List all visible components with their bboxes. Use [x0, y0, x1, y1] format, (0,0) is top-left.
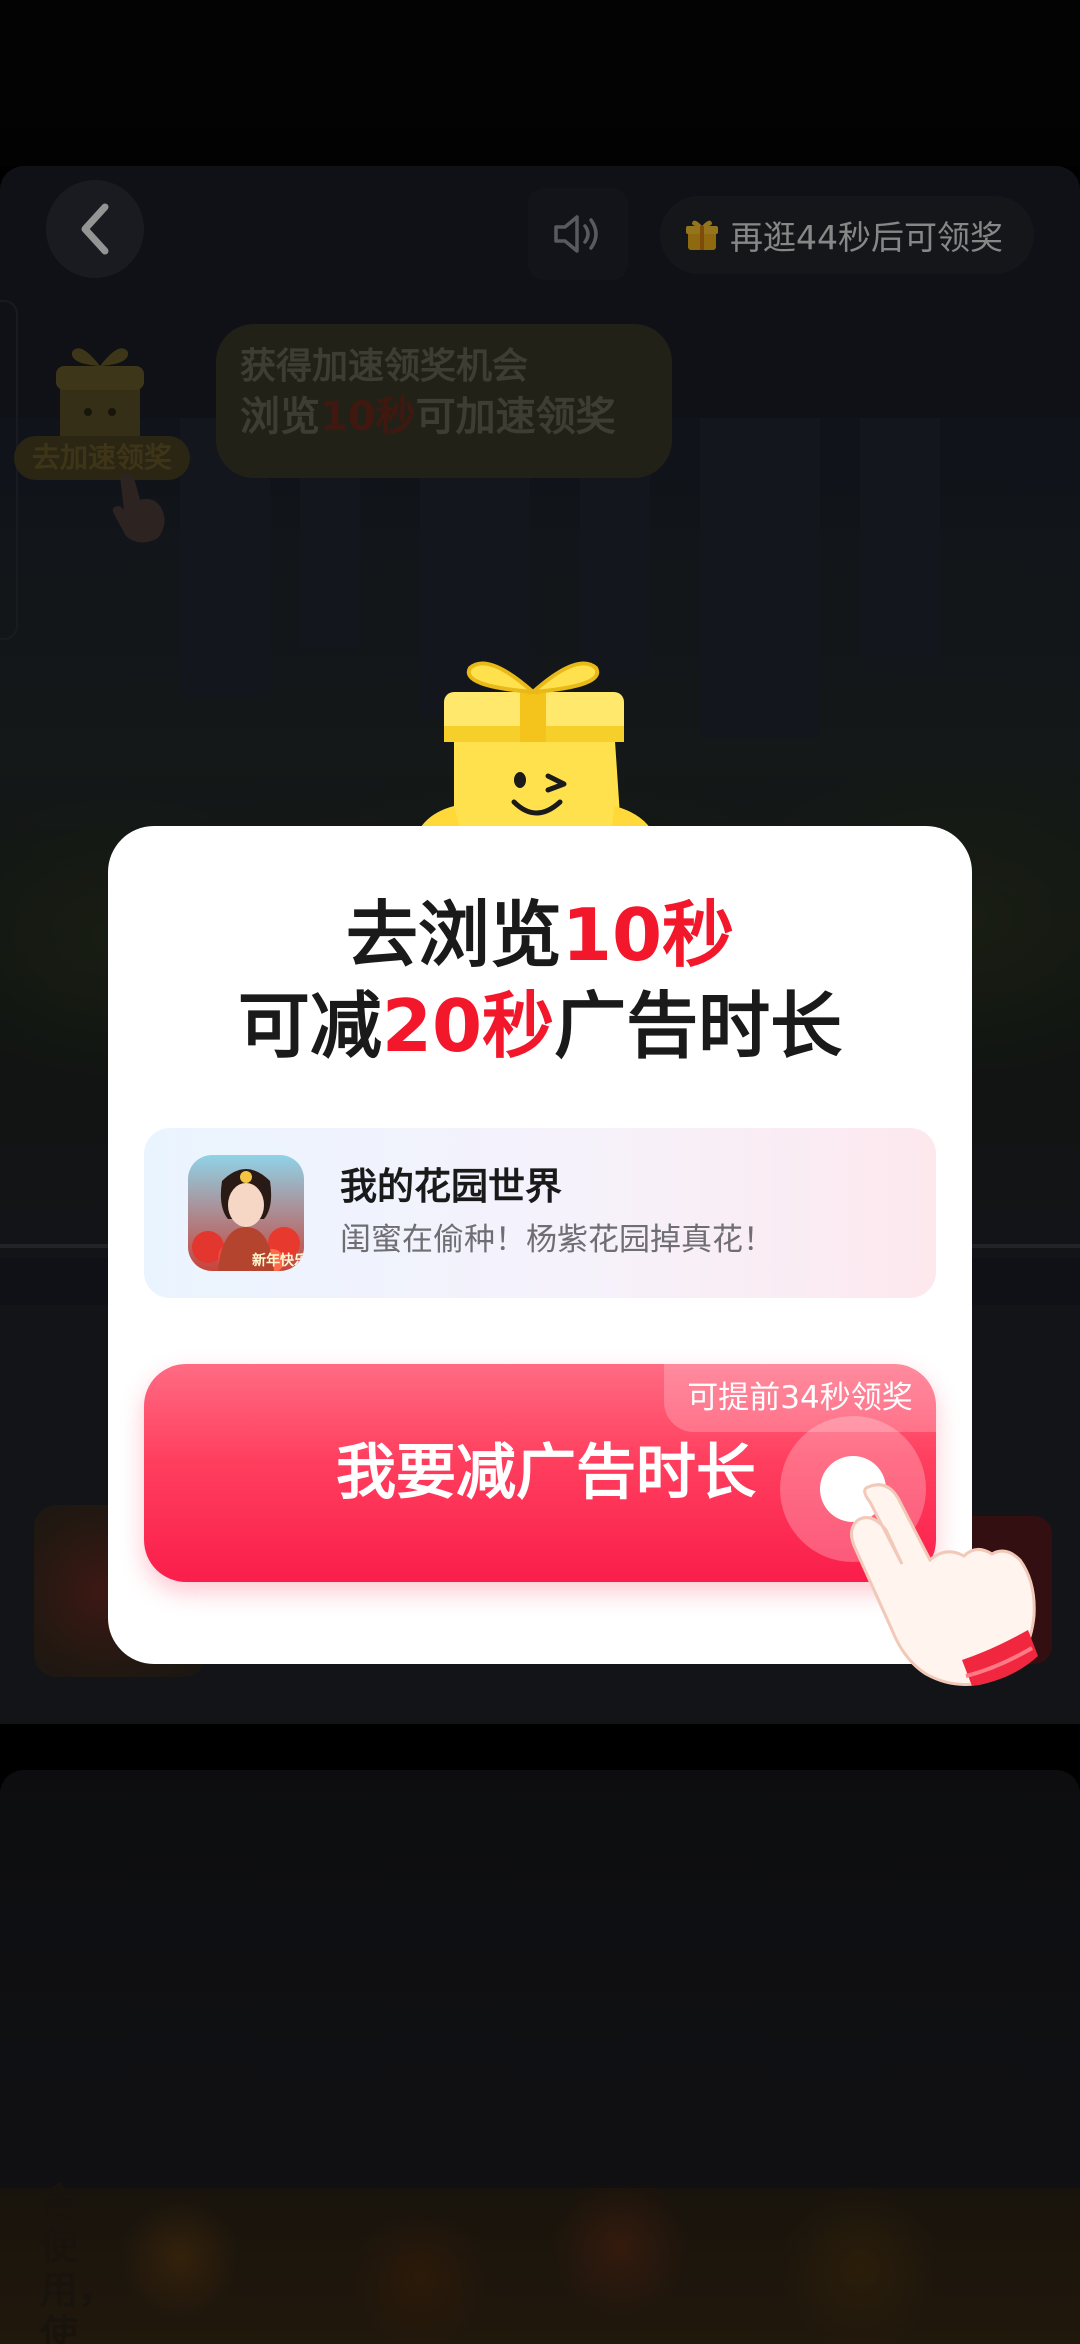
- pointing-hand-icon: [850, 1483, 1038, 1686]
- early-reward-badge: 可提前34秒领奖: [664, 1364, 936, 1432]
- app-name: 我的花园世界: [340, 1165, 562, 1208]
- reduce-ad-time-button[interactable]: 我要减广告时长 可提前34秒领奖: [144, 1364, 936, 1582]
- svg-text:新年快乐: 新年快乐: [252, 1252, 304, 1269]
- modal-title: 去浏览10秒 可减20秒广告时长: [237, 893, 843, 1068]
- app-text: 我的花园世界 闺蜜在偷种！杨紫花园掉真花！: [340, 1162, 774, 1264]
- app-icon: 新年快乐: [188, 1155, 304, 1271]
- app-card[interactable]: 新年快乐 我的花园世界 闺蜜在偷种！杨紫花园掉真花！: [144, 1128, 936, 1298]
- app-description: 闺蜜在偷种！杨紫花园掉真花！: [340, 1222, 774, 1258]
